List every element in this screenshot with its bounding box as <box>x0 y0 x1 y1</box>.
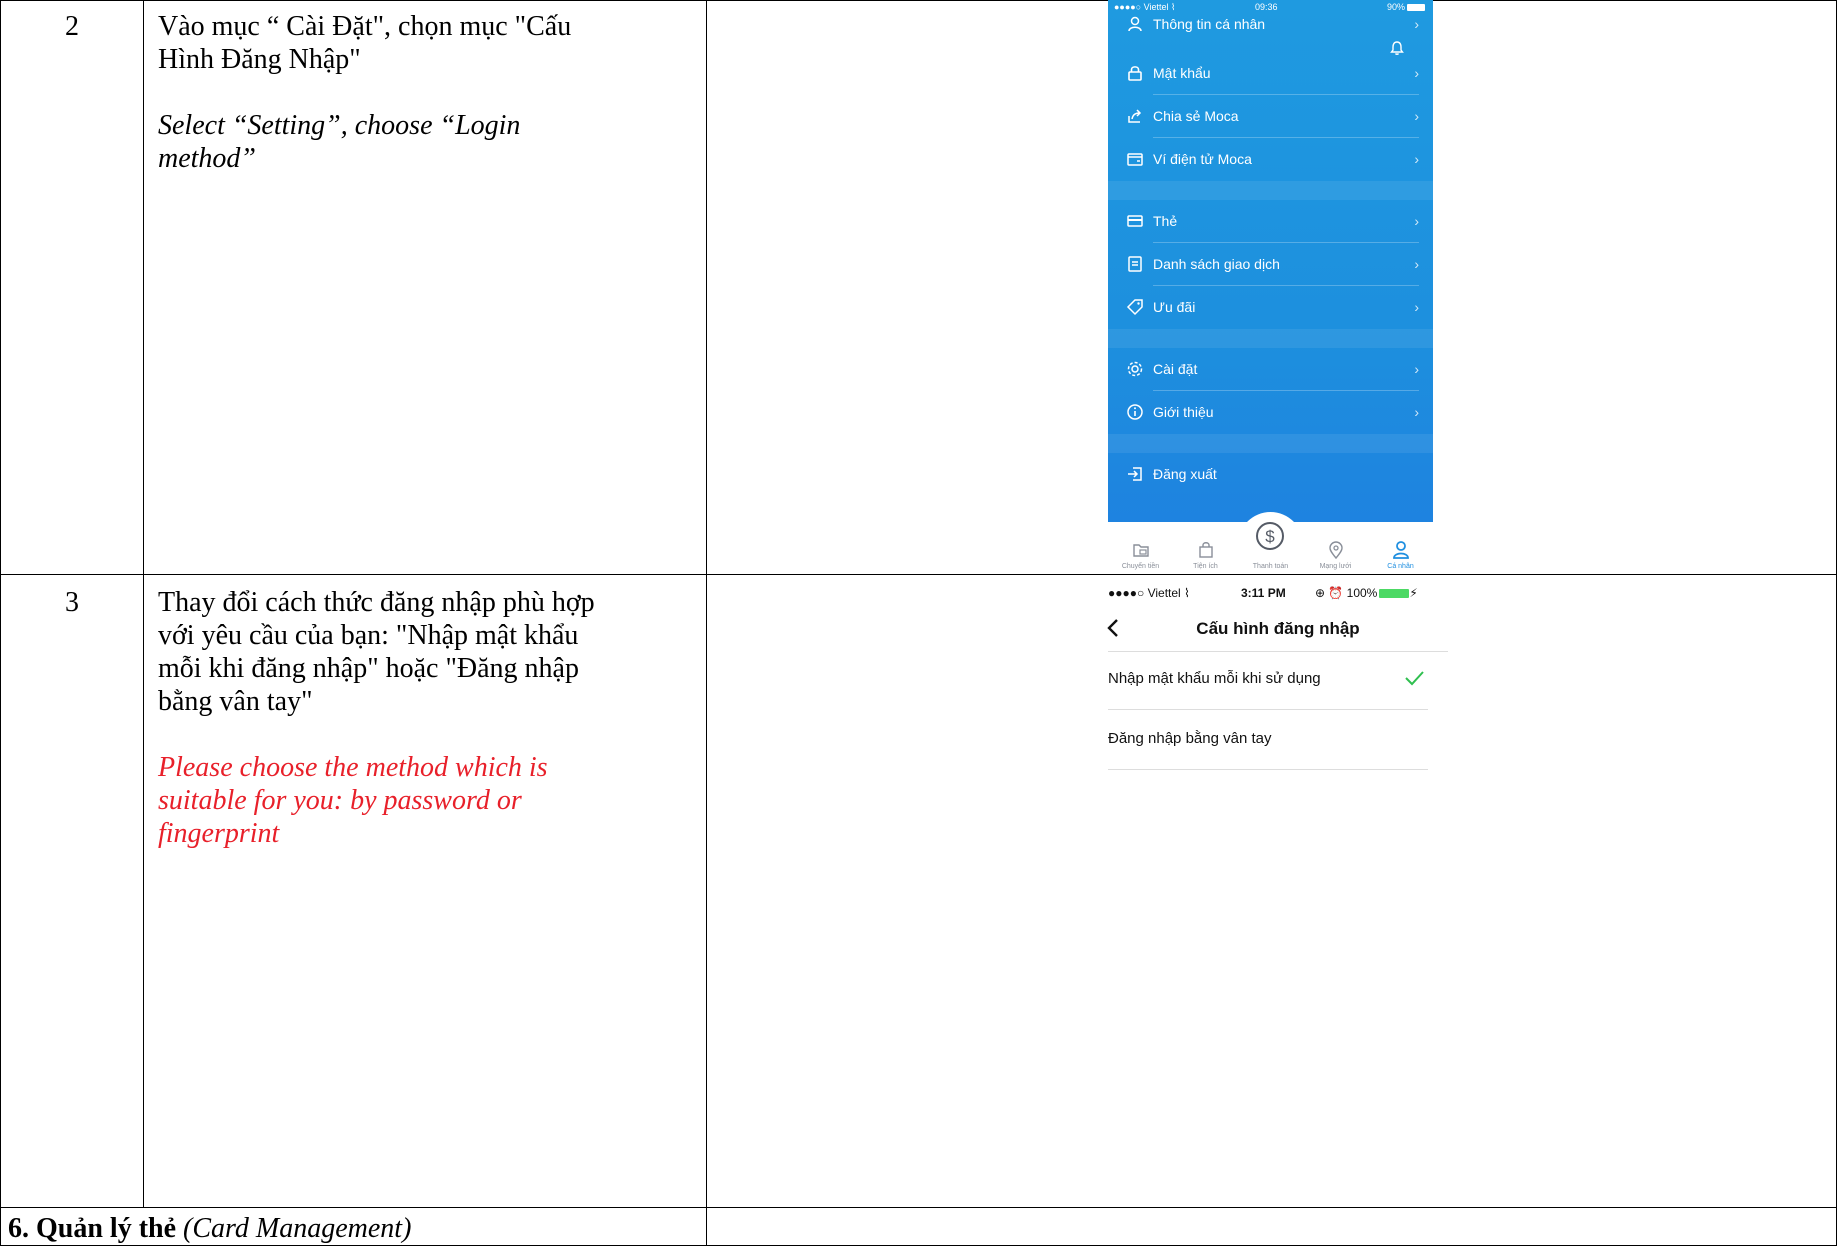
transfer-icon <box>1133 544 1149 557</box>
tab-network[interactable]: Mạng lưới <box>1303 522 1368 574</box>
option-divider <box>1108 709 1428 710</box>
vi-text-line: bằng vân tay" <box>158 686 313 717</box>
chevron-right-icon: › <box>1414 151 1419 167</box>
en-text-line: method” <box>158 143 256 174</box>
chevron-right-icon: › <box>1414 361 1419 377</box>
col-divider-2 <box>706 0 707 1246</box>
tab-label: Thanh toán <box>1252 563 1289 570</box>
option-label: Nhập mật khẩu mỗi khi sử dụng <box>1108 670 1321 687</box>
en-text-line: fingerprint <box>158 818 280 849</box>
option-password-each-time[interactable]: Nhập mật khẩu mỗi khi sử dụng <box>1108 652 1428 710</box>
menu-item-transactions[interactable]: Danh sách giao dịch › <box>1108 243 1433 286</box>
person-icon <box>1393 541 1409 559</box>
vi-text-line: mỗi khi đăng nhập" hoặc "Đăng nhập <box>158 653 579 684</box>
menu-item-label: Thông tin cá nhân <box>1153 16 1266 32</box>
step-number: 3 <box>65 587 79 618</box>
menu-item-label: Thẻ <box>1153 213 1178 229</box>
menu-item-profile[interactable]: Thông tin cá nhân › <box>1108 10 1433 40</box>
row-divider-1 <box>0 574 1837 575</box>
chevron-right-icon: › <box>1414 16 1419 32</box>
border-left <box>0 0 1 1246</box>
step-instruction: Thay đổi cách thức đăng nhập phù hợp với… <box>158 586 678 850</box>
vi-text-line: với yêu cầu của bạn: "Nhập mật khẩu <box>158 620 579 651</box>
login-config-screenshot: ●●●●○ Viettel ⌇ 3:11 PM ⊕ ⏰ 100% ⚡ Cấu hì… <box>1107 585 1448 810</box>
tab-label: Cá nhân <box>1387 563 1414 570</box>
logout-icon <box>1128 467 1142 481</box>
tab-payment[interactable]: $ Thanh toán <box>1238 512 1303 570</box>
menu-item-settings[interactable]: Cài đặt › <box>1108 348 1433 391</box>
chevron-right-icon: › <box>1414 65 1419 81</box>
menu-item-share[interactable]: Chia sẻ Moca › <box>1108 95 1433 138</box>
menu-screenshot: ●●●●○ Viettel ⌇ 09:36 90% Thông tin cá n… <box>1108 0 1433 574</box>
menu-item-label: Đăng xuất <box>1153 466 1217 482</box>
status-bar: ●●●●○ Viettel ⌇ 3:11 PM ⊕ ⏰ 100% ⚡ <box>1108 585 1448 601</box>
chevron-right-icon: › <box>1414 213 1419 229</box>
carrier-text: ●●●●○ Viettel ⌇ <box>1108 586 1190 600</box>
vi-text-line: Vào mục “ Cài Đặt", chọn mục "Cấu <box>158 11 572 42</box>
section-title-bold: 6. Quản lý thẻ <box>8 1213 177 1244</box>
menu-item-label: Mật khẩu <box>1153 65 1211 81</box>
menu-item-label: Giới thiệu <box>1153 404 1214 420</box>
en-text-line: suitable for you: by password or <box>158 785 522 816</box>
tab-label: Mạng lưới <box>1319 563 1352 570</box>
option-fingerprint[interactable]: Đăng nhập bằng vân tay <box>1108 712 1428 770</box>
chevron-right-icon: › <box>1414 404 1419 420</box>
charging-icon: ⚡ <box>1409 586 1418 600</box>
row-divider-2 <box>0 1207 1837 1208</box>
tab-transfer[interactable]: Chuyển tiền <box>1108 522 1173 574</box>
dollar-icon: $ <box>1256 522 1284 550</box>
step-instruction: Vào mục “ Cài Đặt", chọn mục "Cấu Hình Đ… <box>158 10 678 175</box>
tab-profile[interactable]: Cá nhân <box>1368 522 1433 574</box>
menu-item-card[interactable]: Thẻ › <box>1108 200 1433 243</box>
svg-text:$: $ <box>1265 527 1275 546</box>
battery-icon <box>1379 589 1410 599</box>
share-icon <box>1128 109 1142 123</box>
tab-label: Chuyển tiền <box>1121 563 1160 570</box>
menu-item-label: Cài đặt <box>1153 361 1198 377</box>
location-icon <box>1329 541 1343 560</box>
bag-icon <box>1199 542 1213 558</box>
chevron-right-icon: › <box>1414 108 1419 124</box>
group-gap <box>1108 434 1433 453</box>
battery-text: ⊕ ⏰ 100% <box>1315 586 1378 600</box>
en-text-line: Select “Setting”, choose “Login <box>158 110 521 141</box>
vi-text-line: Thay đổi cách thức đăng nhập phù hợp <box>158 587 595 618</box>
step-number: 2 <box>65 11 79 42</box>
option-divider <box>1108 769 1428 770</box>
menu-item-ewallet[interactable]: Ví điện tử Moca › <box>1108 138 1433 181</box>
col-divider-1 <box>143 0 144 1207</box>
card-icon <box>1127 215 1143 227</box>
tab-utilities[interactable]: Tiện ích <box>1173 522 1238 574</box>
list-icon <box>1128 256 1142 272</box>
chevron-right-icon: › <box>1414 256 1419 272</box>
section-title: 6. Quản lý thẻ (Card Management) <box>0 1212 411 1246</box>
status-right: ⊕ ⏰ 100% ⚡ <box>1315 586 1418 600</box>
menu-item-logout[interactable]: Đăng xuất <box>1108 453 1433 496</box>
tag-icon <box>1126 299 1143 316</box>
tab-label: Tiện ích <box>1193 563 1218 570</box>
menu-item-about[interactable]: Giới thiệu › <box>1108 391 1433 434</box>
menu-item-label: Chia sẻ Moca <box>1153 108 1239 124</box>
menu-item-label: Danh sách giao dịch <box>1153 256 1280 272</box>
menu-item-label: Ví điện tử Moca <box>1153 151 1252 167</box>
menu-item-password[interactable]: Mật khẩu › <box>1108 52 1433 95</box>
option-label: Đăng nhập bằng vân tay <box>1108 730 1272 747</box>
wallet-icon <box>1127 153 1143 166</box>
clock-text: 3:11 PM <box>1241 586 1286 600</box>
border-top <box>0 0 1837 1</box>
section-title-italic: (Card Management) <box>183 1213 412 1244</box>
checkmark-icon <box>1405 671 1424 686</box>
info-icon <box>1127 404 1143 420</box>
page-title: Cấu hình đăng nhập <box>1196 619 1360 638</box>
menu-item-offers[interactable]: Ưu đãi › <box>1108 286 1433 329</box>
menu-item-label: Ưu đãi <box>1153 299 1196 315</box>
group-gap <box>1108 329 1433 348</box>
gear-icon <box>1127 361 1143 377</box>
vi-text-line: Hình Đăng Nhập" <box>158 44 361 75</box>
chevron-right-icon: › <box>1414 299 1419 315</box>
person-icon <box>1128 16 1142 32</box>
lock-icon <box>1128 66 1142 81</box>
en-text-line: Please choose the method which is <box>158 752 548 783</box>
group-gap <box>1108 181 1433 200</box>
